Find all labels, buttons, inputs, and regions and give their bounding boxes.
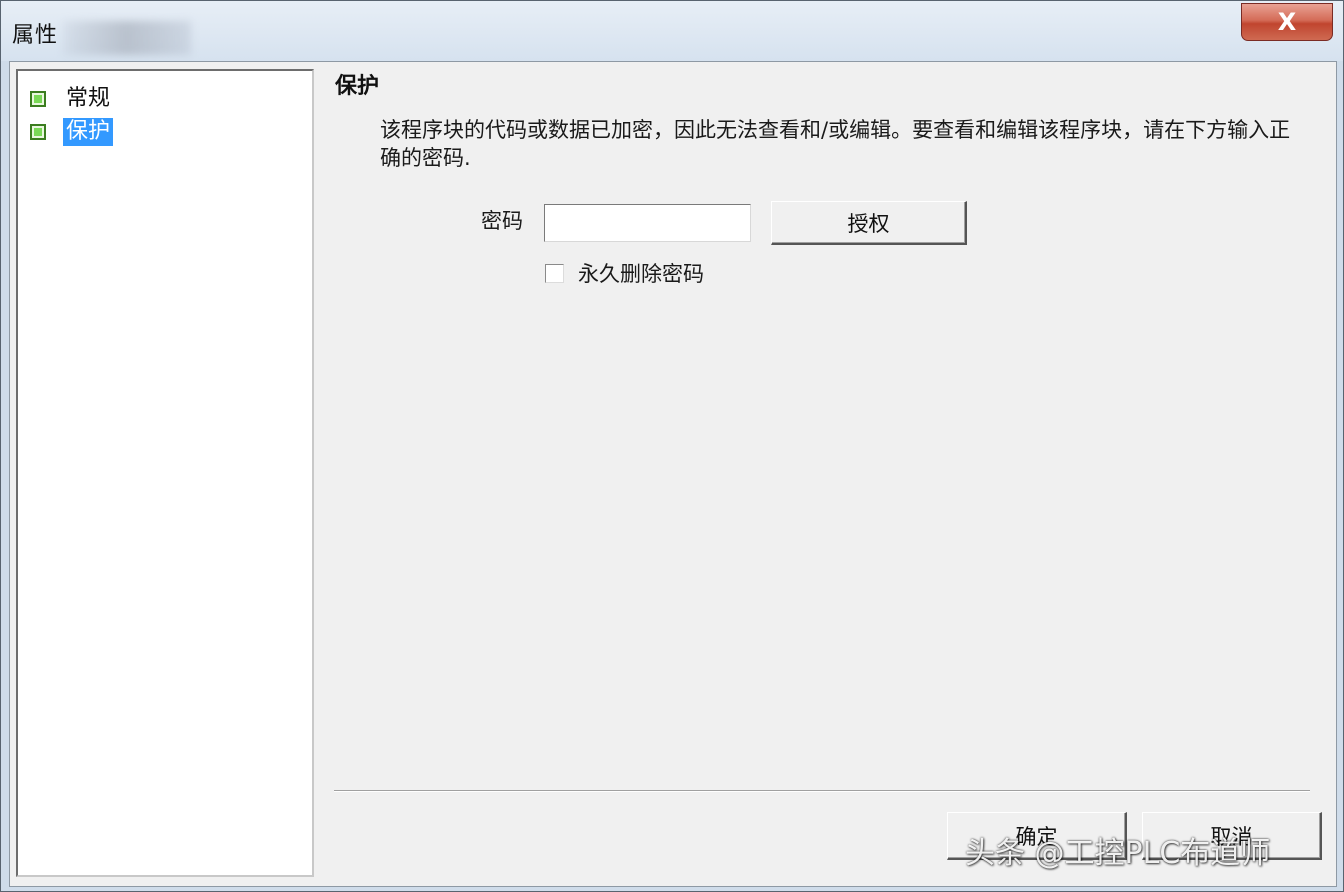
password-label: 密码 <box>481 209 523 233</box>
tree-item-label: 常规 <box>66 86 111 111</box>
dialog-body: 常规 保护 保护 该程序块的代码或数据已加密，因此无法查看和/或编辑。要查看和编… <box>9 61 1337 887</box>
watermark: 头条 @工控PLC布道师 <box>965 836 1271 871</box>
properties-dialog: 属性 X 常规 保护 保护 该程序块的代码或数据已加密，因此无法查看和/或编辑。… <box>0 0 1344 892</box>
divider <box>334 790 1310 792</box>
close-button[interactable]: X <box>1241 3 1333 41</box>
tree-item-general[interactable]: 常规 <box>30 85 113 113</box>
authorize-button[interactable]: 授权 <box>771 201 967 245</box>
tree-item-label: 保护 <box>63 118 114 146</box>
delete-password-checkbox[interactable] <box>545 263 564 283</box>
close-icon: X <box>1277 8 1297 36</box>
window-title: 属性 <box>12 23 59 48</box>
title-bar[interactable]: 属性 X <box>1 1 1343 61</box>
blurred-title-region <box>63 21 191 55</box>
green-square-icon <box>30 91 46 107</box>
protection-description: 该程序块的代码或数据已加密，因此无法查看和/或编辑。要查看和编辑该程序块，请在下… <box>380 118 1291 170</box>
green-square-icon <box>30 124 46 140</box>
delete-password-label: 永久删除密码 <box>578 262 704 286</box>
category-tree[interactable]: 常规 保护 <box>16 69 314 877</box>
tree-item-protection[interactable]: 保护 <box>30 118 114 146</box>
password-input[interactable] <box>544 204 751 242</box>
delete-password-option[interactable]: 永久删除密码 <box>545 258 704 288</box>
section-title: 保护 <box>335 74 380 99</box>
